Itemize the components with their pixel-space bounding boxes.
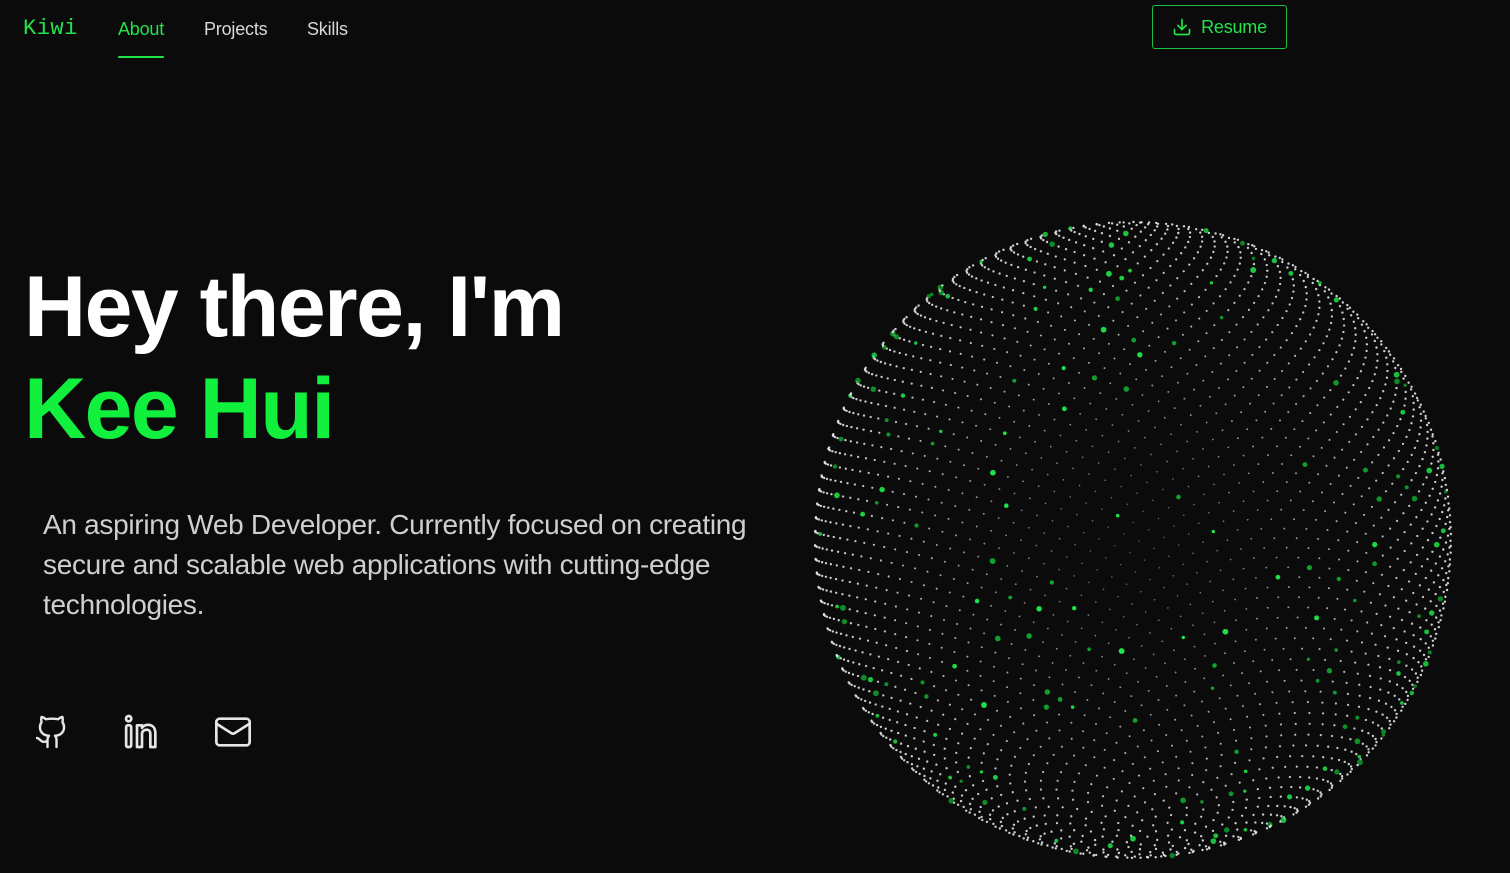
hero-tagline: An aspiring Web Developer. Currently foc… xyxy=(43,509,747,620)
hero-name: Kee Hui xyxy=(24,361,335,457)
github-icon xyxy=(34,713,70,756)
particle-globe-canvas xyxy=(813,220,1453,860)
hero-greeting: Hey there, I'm xyxy=(24,259,565,355)
page: Kiwi About Projects Skills Resume Hey th… xyxy=(0,0,1510,873)
nav-item-skills[interactable]: Skills xyxy=(307,19,348,40)
resume-button[interactable]: Resume xyxy=(1152,5,1287,49)
resume-button-label: Resume xyxy=(1201,16,1267,37)
mail-link[interactable] xyxy=(213,714,253,754)
linkedin-icon xyxy=(122,712,162,757)
linkedin-link[interactable] xyxy=(122,714,162,754)
particle-globe xyxy=(800,210,1465,873)
github-link[interactable] xyxy=(32,714,72,754)
nav-active-indicator xyxy=(118,56,164,58)
download-icon xyxy=(1172,17,1192,37)
nav-item-projects[interactable]: Projects xyxy=(204,19,268,40)
nav-item-about[interactable]: About xyxy=(118,19,164,40)
mail-icon xyxy=(213,712,253,757)
brand-logo[interactable]: Kiwi xyxy=(23,16,78,41)
